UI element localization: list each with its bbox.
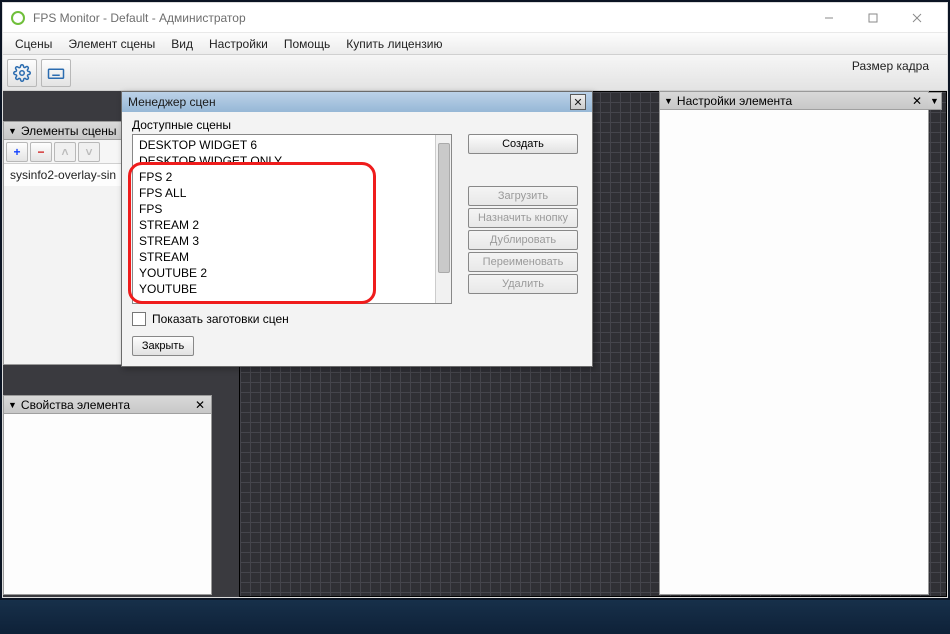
frame-size-label: Размер кадра [852,59,929,73]
scene-list[interactable]: DESKTOP WIDGET 6 DESKTOP WIDGET ONLY FPS… [132,134,452,304]
move-up-button[interactable]: ˄ [54,142,76,162]
available-scenes-label: Доступные сцены [132,118,582,132]
element-settings-panel: ▼ Настройки элемента ✕ ▼ [659,91,929,595]
menu-help[interactable]: Помощь [276,35,338,53]
create-button[interactable]: Создать [468,134,578,154]
scene-item[interactable]: FPS 2 [139,169,445,185]
scene-item[interactable]: STREAM 2 [139,217,445,233]
titlebar: FPS Monitor - Default - Администратор [3,3,947,33]
collapse-arrow-icon: ▼ [8,126,17,136]
menu-settings[interactable]: Настройки [201,35,276,53]
element-settings-close[interactable]: ✕ [910,94,924,108]
close-dialog-button[interactable]: Закрыть [132,336,194,356]
dialog-body: Доступные сцены DESKTOP WIDGET 6 DESKTOP… [122,112,592,366]
taskbar [0,600,950,634]
duplicate-button[interactable]: Дублировать [468,230,578,250]
properties-panel-close[interactable]: ✕ [193,398,207,412]
window-controls [807,3,939,33]
menu-buy-license[interactable]: Купить лицензию [338,35,450,53]
delete-button[interactable]: Удалить [468,274,578,294]
menu-view[interactable]: Вид [163,35,201,53]
toolbar: Размер кадра [3,55,947,91]
properties-panel-title: Свойства элемента [21,398,193,412]
element-settings-title: Настройки элемента [677,94,910,108]
collapse-arrow-icon: ▼ [664,96,673,106]
remove-element-button[interactable]: − [30,142,52,162]
app-icon [11,11,25,25]
menu-scenes[interactable]: Сцены [7,35,60,53]
scene-item[interactable]: YOUTUBE 2 [139,265,445,281]
move-down-button[interactable]: ˅ [78,142,100,162]
scene-item[interactable]: DESKTOP WIDGET 6 [139,137,445,153]
dialog-buttons: Создать Загрузить Назначить кнопку Дубли… [468,134,578,294]
checkbox-box[interactable] [132,312,146,326]
window-title: FPS Monitor - Default - Администратор [33,11,807,25]
show-templates-checkbox[interactable]: Показать заготовки сцен [132,312,582,326]
properties-panel-header[interactable]: ▼ Свойства элемента ✕ [4,396,211,414]
keyboard-button[interactable] [41,59,71,87]
add-element-button[interactable]: + [6,142,28,162]
workarea: ▼ Элементы сцены ✕ + − ˄ ˅ sysinfo2-over… [3,91,947,597]
dock-arrow-icon[interactable]: ▼ [928,92,942,110]
scrollbar[interactable] [435,135,451,304]
rename-button[interactable]: Переименовать [468,252,578,272]
scene-item[interactable]: FPS ALL [139,185,445,201]
scene-item[interactable]: YOUTUBE [139,281,445,297]
checkbox-label: Показать заготовки сцен [152,312,289,326]
scene-manager-dialog: Менеджер сцен ✕ Доступные сцены DESKTOP … [121,91,593,367]
gear-button[interactable] [7,59,37,87]
minimize-button[interactable] [807,3,851,33]
dialog-titlebar[interactable]: Менеджер сцен ✕ [122,92,592,112]
menubar: Сцены Элемент сцены Вид Настройки Помощь… [3,33,947,55]
properties-body [4,414,211,594]
scene-item[interactable]: STREAM [139,249,445,265]
scene-item[interactable]: DESKTOP WIDGET ONLY [139,153,445,169]
dialog-title: Менеджер сцен [128,95,570,109]
scrollbar-thumb[interactable] [438,143,450,273]
close-button[interactable] [895,3,939,33]
scene-item[interactable]: FPS [139,201,445,217]
load-button[interactable]: Загрузить [468,186,578,206]
assign-hotkey-button[interactable]: Назначить кнопку [468,208,578,228]
maximize-button[interactable] [851,3,895,33]
element-settings-body [660,110,928,594]
properties-panel: ▼ Свойства элемента ✕ [3,395,212,595]
dialog-close-button[interactable]: ✕ [570,94,586,110]
scene-item[interactable]: STREAM 3 [139,233,445,249]
app-window: FPS Monitor - Default - Администратор Сц… [2,2,948,598]
element-settings-header[interactable]: ▼ Настройки элемента ✕ ▼ [660,92,928,110]
collapse-arrow-icon: ▼ [8,400,17,410]
menu-scene-element[interactable]: Элемент сцены [60,35,163,53]
